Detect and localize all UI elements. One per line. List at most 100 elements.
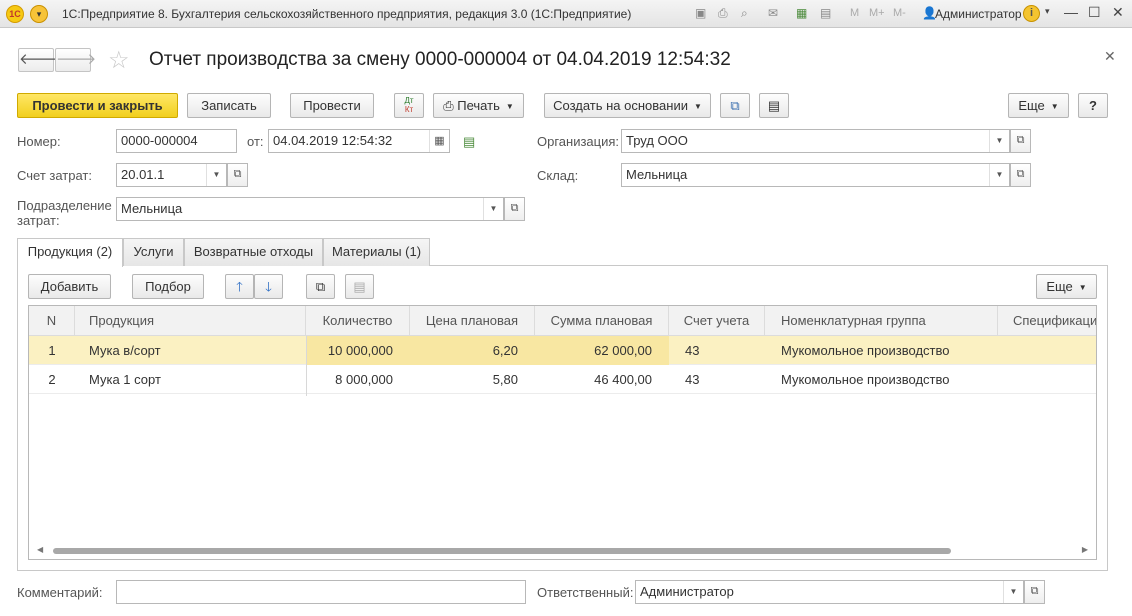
minimize-icon[interactable]: —	[1064, 4, 1078, 20]
form-close-icon[interactable]: ✕	[1104, 48, 1116, 65]
dtkt-button[interactable]: Дт Кт	[394, 93, 424, 118]
tab-products[interactable]: Продукция (2)	[17, 238, 123, 267]
tab-materials[interactable]: Материалы (1)	[323, 238, 430, 266]
col-n[interactable]: N	[29, 306, 75, 336]
responsible-field[interactable]: Администратор ▼	[635, 580, 1024, 604]
organization-field[interactable]: Труд ООО ▼	[621, 129, 1010, 153]
responsible-open-button[interactable]: ⧉	[1024, 580, 1045, 604]
current-user[interactable]: Администратор	[935, 7, 1022, 21]
kt-label: Кт	[404, 105, 414, 114]
cost-account-open-button[interactable]: ⧉	[227, 163, 248, 187]
products-table[interactable]: N Продукция Количество Цена плановая Сум…	[28, 305, 1097, 560]
scrollbar-thumb[interactable]	[53, 548, 951, 554]
main-menu-button[interactable]: ▾	[30, 5, 48, 23]
horizontal-scrollbar[interactable]: ◀ ▶	[31, 545, 1094, 555]
date-field[interactable]: 04.04.2019 12:54:32 ▦	[268, 129, 450, 153]
info-dropdown-icon[interactable]: ▾	[1045, 6, 1050, 17]
table-more-button[interactable]: Еще ▼	[1036, 274, 1097, 299]
print-button[interactable]: ⎙ Печать ▼	[433, 93, 524, 118]
paste-button[interactable]: ▤	[345, 274, 374, 299]
cell-account[interactable]: 43	[669, 336, 765, 365]
department-open-button[interactable]: ⧉	[504, 197, 525, 221]
cell-quantity[interactable]: 10 000,000	[306, 336, 410, 365]
cell-price[interactable]: 6,20	[410, 336, 535, 365]
save-icon[interactable]: ▣	[695, 6, 706, 20]
cell-specification[interactable]	[998, 336, 1096, 365]
structure-icon: ⧉	[730, 98, 740, 113]
number-edit-icon[interactable]: ▤	[463, 134, 475, 150]
preview-icon[interactable]: ⌕	[741, 6, 748, 21]
cell-product[interactable]: Мука в/сорт	[75, 336, 306, 365]
col-quantity[interactable]: Количество	[306, 306, 410, 336]
post-and-close-button[interactable]: Провести и закрыть	[17, 93, 178, 118]
cell-product-group[interactable]: Мукомольное производство	[765, 336, 998, 365]
cell-specification[interactable]	[998, 365, 1096, 394]
tab-services[interactable]: Услуги	[123, 238, 184, 266]
memory-minus-button[interactable]: M-	[893, 7, 906, 19]
col-product[interactable]: Продукция	[75, 306, 306, 336]
cell-n[interactable]: 2	[29, 365, 75, 394]
cost-account-field[interactable]: 20.01.1 ▼	[116, 163, 227, 187]
calculator-icon[interactable]: ▦	[796, 6, 807, 20]
cell-sum[interactable]: 46 400,00	[535, 365, 669, 394]
favorite-star-icon[interactable]: ☆	[108, 46, 130, 75]
memory-plus-button[interactable]: M+	[869, 7, 885, 19]
post-button[interactable]: Провести	[290, 93, 374, 118]
help-button[interactable]: ?	[1078, 93, 1108, 118]
chevron-down-icon: ▼	[1050, 102, 1059, 112]
cell-price[interactable]: 5,80	[410, 365, 535, 394]
save-button[interactable]: Записать	[187, 93, 271, 118]
close-icon[interactable]: ✕	[1112, 4, 1124, 21]
open-icon: ⧉	[1016, 168, 1025, 180]
tab-returnable-waste[interactable]: Возвратные отходы	[184, 238, 323, 266]
chevron-down-icon[interactable]: ▼	[483, 198, 503, 220]
mail-icon[interactable]: ✉	[768, 6, 778, 20]
number-label: Номер:	[17, 134, 61, 149]
forward-button[interactable]: 🡒	[55, 48, 96, 72]
more-button[interactable]: Еще ▼	[1008, 93, 1069, 118]
col-product-group[interactable]: Номенклатурная группа	[765, 306, 998, 336]
calendar-icon[interactable]: ▦	[429, 130, 449, 152]
scroll-right-icon[interactable]: ▶	[1082, 545, 1088, 554]
comment-field[interactable]	[116, 580, 526, 604]
cost-account-label: Счет затрат:	[17, 168, 92, 183]
info-icon[interactable]: i	[1023, 5, 1040, 22]
print-icon[interactable]: ⎙	[718, 6, 728, 21]
cell-product-group[interactable]: Мукомольное производство	[765, 365, 998, 394]
department-field[interactable]: Мельница ▼	[116, 197, 504, 221]
create-based-on-button[interactable]: Создать на основании ▼	[544, 93, 711, 118]
maximize-icon[interactable]: ☐	[1088, 4, 1101, 21]
warehouse-field[interactable]: Мельница ▼	[621, 163, 1010, 187]
cell-sum[interactable]: 62 000,00	[535, 336, 669, 365]
move-down-button[interactable]: 🡓	[254, 274, 283, 299]
department-label: Подразделение затрат:	[17, 198, 112, 228]
chevron-down-icon[interactable]: ▼	[206, 164, 226, 186]
responsible-value: Администратор	[640, 584, 734, 599]
memory-m-button[interactable]: M	[850, 7, 859, 19]
cell-account[interactable]: 43	[669, 365, 765, 394]
warehouse-open-button[interactable]: ⧉	[1010, 163, 1031, 187]
table-row[interactable]: 2 Мука 1 сорт 8 000,000 5,80 46 400,00 4…	[29, 365, 1096, 394]
add-button[interactable]: Добавить	[28, 274, 111, 299]
cell-product[interactable]: Мука 1 сорт	[75, 365, 306, 394]
chevron-down-icon[interactable]: ▼	[989, 130, 1009, 152]
back-button[interactable]: 🡐	[18, 48, 59, 72]
report-button[interactable]: ▤	[759, 93, 789, 118]
copy-button[interactable]: ⧉	[306, 274, 335, 299]
scroll-left-icon[interactable]: ◀	[37, 545, 43, 554]
cell-n[interactable]: 1	[29, 336, 75, 365]
move-up-button[interactable]: 🡑	[225, 274, 254, 299]
calendar-icon[interactable]: ▤	[820, 6, 831, 20]
number-field[interactable]: 0000-000004	[116, 129, 237, 153]
chevron-down-icon[interactable]: ▼	[989, 164, 1009, 186]
col-planned-price[interactable]: Цена плановая	[410, 306, 535, 336]
cell-quantity[interactable]: 8 000,000	[306, 365, 410, 394]
col-account[interactable]: Счет учета	[669, 306, 765, 336]
col-planned-sum[interactable]: Сумма плановая	[535, 306, 669, 336]
chevron-down-icon[interactable]: ▼	[1003, 581, 1023, 603]
pick-button[interactable]: Подбор	[132, 274, 204, 299]
table-row[interactable]: 1 Мука в/сорт 10 000,000 6,20 62 000,00 …	[29, 336, 1096, 365]
structure-button[interactable]: ⧉	[720, 93, 750, 118]
col-specification[interactable]: Спецификация	[998, 306, 1096, 336]
organization-open-button[interactable]: ⧉	[1010, 129, 1031, 153]
